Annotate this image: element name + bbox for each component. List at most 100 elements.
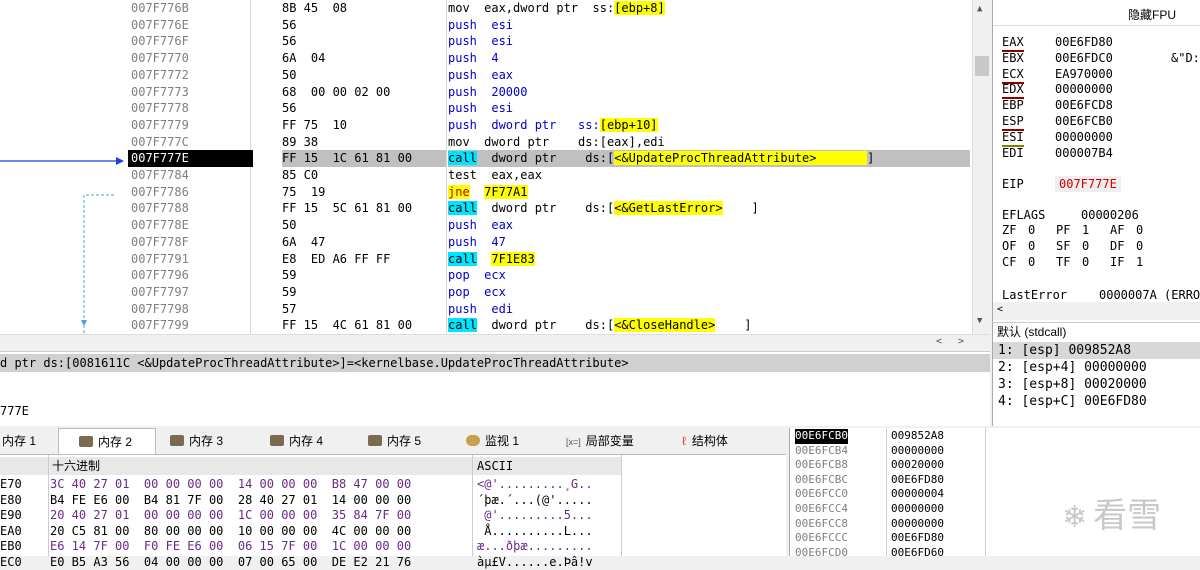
disasm-row[interactable]: 007F7788 FF 15 5C 61 81 00 call dword ptr … (0, 200, 972, 217)
disasm-row[interactable]: 007F7772 50 push eax (0, 67, 972, 84)
disasm-row[interactable]: 007F776F 56 push esi (0, 33, 972, 50)
disasm-vertical-scrollbar[interactable]: ▲ ▼ (972, 0, 991, 334)
tab-memory-2[interactable]: 内存 2 (58, 428, 156, 454)
instruction-text: push 4 (448, 50, 970, 67)
tab-memory-3[interactable]: 内存 3 (170, 428, 223, 454)
tab-label: 内存 5 (387, 434, 422, 448)
instruction-text: push eax (448, 67, 970, 84)
regs-scrollbar[interactable]: < (993, 302, 1200, 320)
dump-ascii-header[interactable]: ASCII (473, 457, 621, 475)
dump-hex[interactable]: 3C 40 27 01 00 00 00 00 14 00 00 00 B8 4… (50, 477, 411, 492)
flag-value[interactable]: 1 (1082, 222, 1089, 238)
instruction-bytes: 56 (282, 101, 297, 116)
tab-label: 监视 1 (485, 434, 520, 448)
dump-address-header (0, 457, 48, 475)
disasm-row[interactable]: 007F7796 59 pop ecx (0, 267, 972, 284)
register-value-esp[interactable]: 00E6FCB0 (1055, 113, 1113, 129)
disassembly-view[interactable]: ⌄ 007F776B8B 45 08mov eax,dword ptr ss:[… (0, 0, 972, 334)
dump-ascii[interactable]: @'.........5... (477, 508, 592, 523)
dump-hex[interactable]: 20 40 27 01 00 00 00 00 1C 00 00 00 35 8… (50, 508, 411, 523)
instruction-address: 007F7796 (131, 268, 189, 283)
hide-fpu-button[interactable]: 隐藏FPU (993, 6, 1200, 26)
disasm-row[interactable]: 007F7799 FF 15 4C 61 81 00 call dword ptr … (0, 317, 972, 334)
disasm-row[interactable]: 007F7791 E8 ED A6 FF FF call 7F1E83 (0, 251, 972, 268)
register-value-ebp[interactable]: 00E6FCD8 (1055, 97, 1113, 113)
flag-value[interactable]: 0 (1136, 238, 1143, 254)
instruction-part: dword ptr ds:[ (476, 201, 615, 216)
scroll-left-icon[interactable]: < (936, 336, 942, 347)
instruction-address: 007F7798 (131, 301, 189, 316)
dump-hex[interactable]: B4 FE E6 00 B4 81 7F 00 28 40 27 01 14 0… (50, 493, 411, 508)
instruction-bytes: 57 (282, 301, 297, 316)
tab-watch-1[interactable]: 监视 1 (466, 428, 519, 454)
disasm-row[interactable]: 007F7798 57 push edi (0, 301, 972, 318)
dump-ascii[interactable]: Å..........L... (477, 524, 592, 539)
dump-hex-header[interactable]: 十六进制 (48, 457, 472, 475)
tab-memory-5[interactable]: 内存 5 (368, 428, 421, 454)
disasm-row[interactable]: 007F777E FF 15 1C 61 81 00 call dword ptr … (0, 150, 972, 168)
dump-ascii[interactable]: ´þæ.´...(@'..... (477, 493, 593, 508)
dump-hex[interactable]: E0 B5 A3 56 04 00 00 00 07 00 65 00 DE E… (50, 555, 411, 570)
stack-address: 00E6FCB0 (795, 429, 848, 444)
disasm-row[interactable]: 007F778F 6A 47 push 47 (0, 234, 972, 251)
flag-value[interactable]: 0 (1028, 222, 1035, 238)
tab-struct[interactable]: ℓ 结构体 (682, 428, 728, 454)
stack-address: 00E6FCB8 (795, 458, 848, 472)
disasm-horizontal-scrollbar[interactable]: < > (0, 334, 990, 351)
disasm-row[interactable]: 007F7786 75 19 jne 7F77A1 (0, 184, 972, 201)
eip-value[interactable]: 007F777E (1055, 176, 1121, 192)
dump-ascii[interactable]: àµ£V......e.Þâ!v (477, 555, 593, 570)
scroll-thumb[interactable] (975, 56, 989, 76)
scroll-down-icon[interactable]: ▼ (977, 316, 982, 326)
lasterror-label: LastError (1002, 288, 1068, 302)
register-value-edi[interactable]: 000007B4 (1055, 145, 1113, 161)
tab-memory-1[interactable]: 内存 1 (0, 428, 54, 454)
flag-value[interactable]: 0 (1028, 238, 1035, 254)
scroll-up-icon[interactable]: ▲ (977, 4, 982, 14)
eflags-value[interactable]: 00000206 (1081, 207, 1139, 223)
disasm-row[interactable]: 007F7797 59 pop ecx (0, 284, 972, 301)
disasm-row[interactable]: 007F7770 6A 04 push 4 (0, 50, 972, 67)
disasm-row[interactable]: 007F776B 8B 45 08 mov eax,dword ptr ss:[eb… (0, 0, 972, 17)
disasm-row[interactable]: 007F7778 56 push esi (0, 100, 972, 117)
disasm-row[interactable]: 007F7779 FF 75 10 push dword ptr ss:[ebp+1… (0, 117, 972, 134)
disasm-row[interactable]: 007F7784 85 C0 test eax,eax (0, 167, 972, 184)
tab-locals[interactable]: [x=] 局部变量 (566, 428, 634, 454)
register-value-ecx[interactable]: EA970000 (1055, 66, 1113, 82)
dump-ascii[interactable]: <@'.........¸G.. (477, 477, 593, 492)
flag-value[interactable]: 0 (1028, 254, 1035, 270)
flag-value[interactable]: 0 (1082, 254, 1089, 270)
instruction-text: call dword ptr ds:[<&GetLastError> ] (448, 200, 970, 217)
instruction-part: ] (867, 151, 875, 166)
disasm-row[interactable]: 007F7773 68 00 00 02 00 push 20000 (0, 84, 972, 101)
calling-convention[interactable]: 默认 (stdcall) (992, 322, 1200, 341)
dump-ascii[interactable]: æ...ðþæ......... (477, 539, 593, 554)
register-value-eax[interactable]: 00E6FD80 (1055, 34, 1113, 50)
watch-icon (466, 435, 480, 446)
instruction-part: push dword ptr ss: (448, 117, 600, 132)
dump-address: E90 (0, 508, 22, 522)
instruction-part: push esi (448, 101, 514, 116)
instruction-address: 007F7791 (131, 251, 189, 266)
flag-value[interactable]: 1 (1136, 254, 1143, 270)
disasm-row[interactable]: 007F778E 50 push eax (0, 217, 972, 234)
dump-hex[interactable]: 20 C5 81 00 80 00 00 00 10 00 00 00 4C 0… (50, 524, 411, 539)
register-value-esi[interactable]: 00000000 (1055, 129, 1113, 145)
instruction-part (470, 185, 484, 199)
stack-address: 00E6FCC4 (795, 502, 848, 515)
register-value-edx[interactable]: 00000000 (1055, 81, 1113, 97)
flag-value[interactable]: 0 (1136, 222, 1143, 238)
instruction-bytes: 68 00 00 02 00 (282, 84, 391, 99)
stack-address: 00E6FCD0 (795, 545, 848, 559)
memory-dump[interactable]: 十六进制 ASCII E70 3C 40 27 01 00 00 00 00 14… (0, 455, 786, 569)
register-value-ebx[interactable]: 00E6FDC0 (1055, 50, 1113, 66)
flag-value[interactable]: 0 (1082, 238, 1089, 254)
instruction-address: 007F7772 (131, 67, 189, 82)
instruction-text: push edi (448, 301, 970, 318)
disasm-row[interactable]: 007F777C 89 38 mov dword ptr ds:[eax],edi (0, 134, 972, 151)
tab-memory-4[interactable]: 内存 4 (270, 428, 323, 454)
scroll-right-icon[interactable]: > (958, 336, 964, 347)
instruction-bytes: 59 (282, 284, 297, 299)
dump-hex[interactable]: E6 14 7F 00 F0 FE E6 00 06 15 7F 00 1C 0… (50, 539, 411, 554)
disasm-row[interactable]: 007F776E 56 push esi (0, 17, 972, 34)
